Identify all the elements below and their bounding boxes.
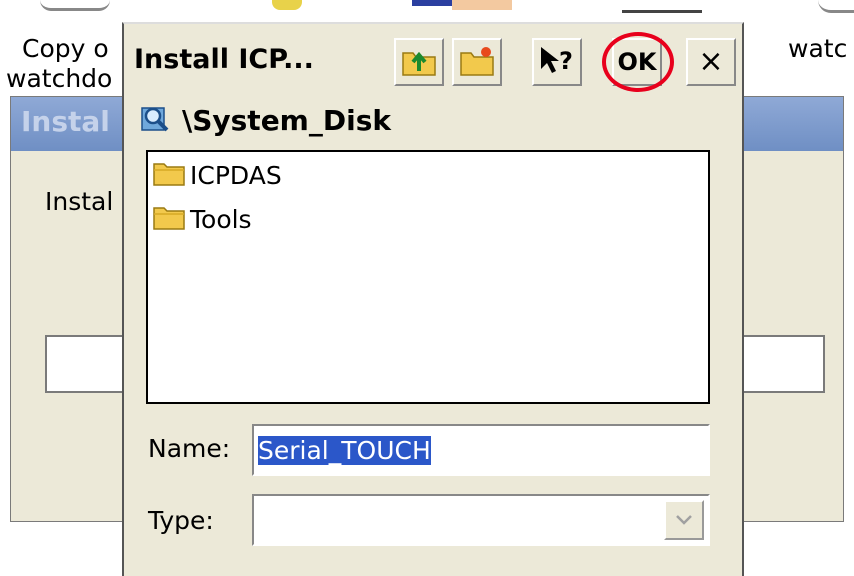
name-field-label: Name:	[148, 434, 231, 463]
ok-button[interactable]: OK	[612, 38, 662, 86]
svg-text:?: ?	[559, 47, 573, 75]
folder-icon	[152, 158, 186, 192]
close-button[interactable]: ×	[686, 38, 736, 86]
name-field-value: Serial_TOUCH	[258, 435, 431, 465]
magnifier-icon	[140, 102, 172, 138]
type-select[interactable]	[252, 494, 710, 546]
file-name: ICPDAS	[190, 160, 282, 190]
folder-up-icon	[401, 43, 437, 81]
file-list[interactable]: ICPDAS Tools	[146, 150, 710, 404]
background-dialog-title: Instal	[21, 105, 110, 138]
folder-icon	[152, 202, 186, 236]
desktop-icon-label-copy-line2[interactable]: watchdo	[6, 64, 112, 88]
help-button[interactable]: ?	[532, 38, 582, 86]
desktop-icon-label-copy[interactable]: Copy o	[22, 34, 109, 63]
dialog-title: Install ICP...	[134, 44, 314, 75]
background-dialog-text: Instal	[45, 187, 114, 216]
new-folder-button[interactable]	[452, 38, 502, 86]
desktop-icon-fragment[interactable]	[452, 0, 512, 10]
name-field[interactable]: Serial_TOUCH	[252, 424, 710, 476]
list-item[interactable]: ICPDAS	[152, 158, 282, 192]
file-name: Tools	[190, 204, 252, 234]
desktop-icon-fragment[interactable]	[412, 0, 452, 6]
close-icon: ×	[698, 44, 724, 79]
desktop-icon-fragment[interactable]	[272, 0, 302, 10]
new-folder-icon	[459, 43, 495, 81]
ok-label: OK	[617, 48, 657, 76]
desktop-icon-fragment[interactable]	[40, 0, 110, 11]
path-label: \System_Disk	[182, 103, 391, 137]
current-path: \System_Disk	[140, 100, 391, 140]
type-field-label: Type:	[148, 506, 214, 535]
list-item[interactable]: Tools	[152, 202, 252, 236]
desktop-icon-fragment[interactable]	[622, 0, 702, 13]
chevron-down-icon	[675, 511, 693, 530]
up-folder-button[interactable]	[394, 38, 444, 86]
type-dropdown-button[interactable]	[664, 500, 704, 540]
desktop-icon-label-watch[interactable]: watc	[788, 34, 847, 63]
help-arrow-icon: ?	[537, 43, 577, 81]
desktop-icon-fragment[interactable]	[818, 0, 854, 13]
install-file-dialog: Install ICP... ? OK × \System_Disk ICPDA…	[122, 22, 744, 576]
